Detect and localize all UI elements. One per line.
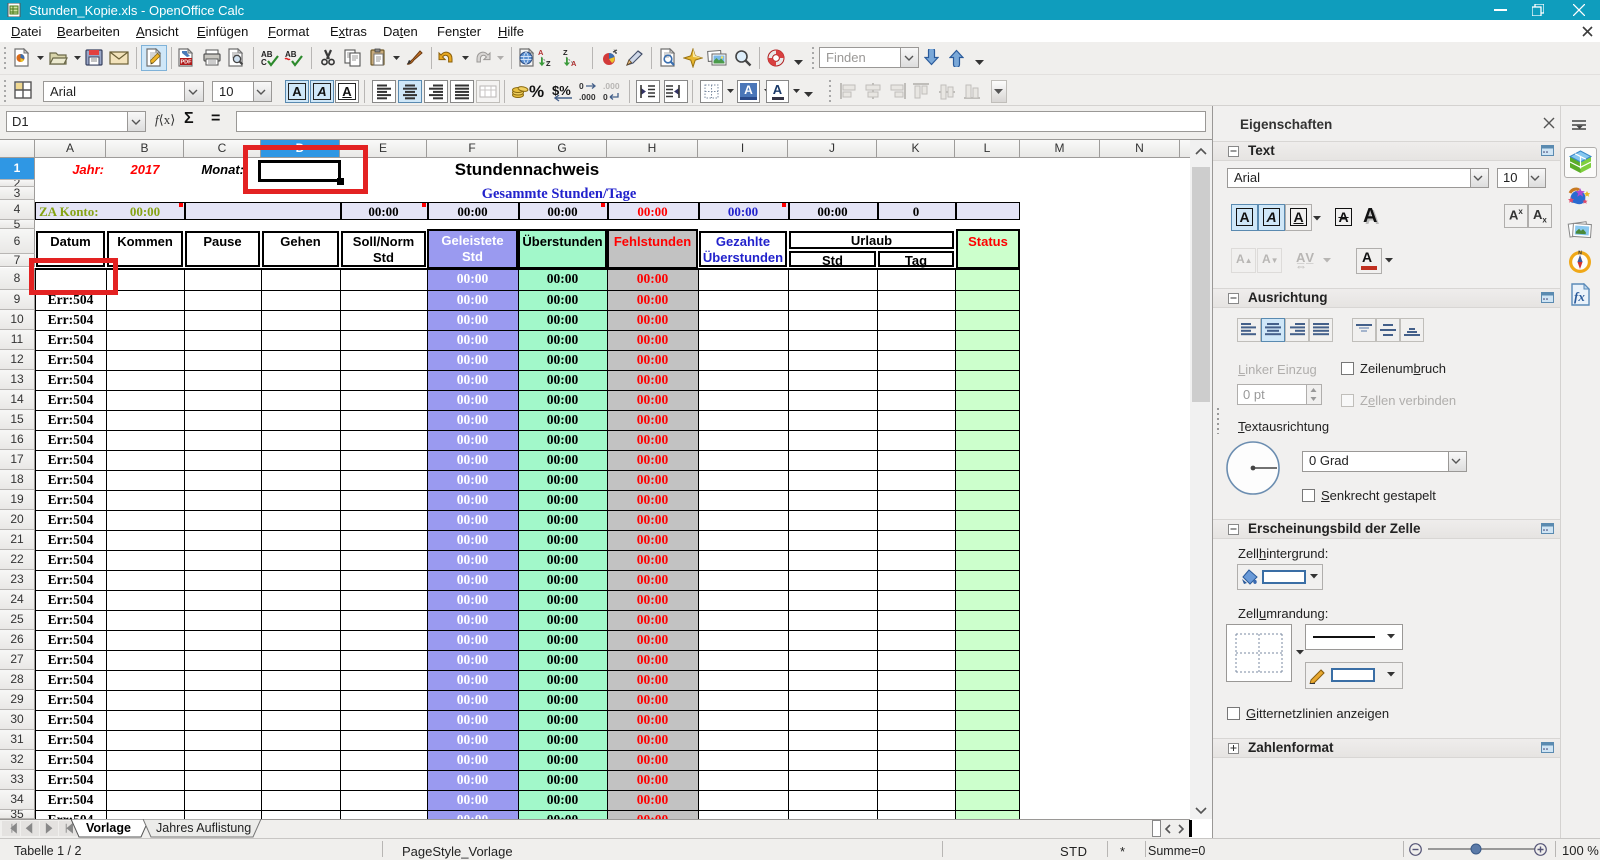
svg-text:C: C bbox=[261, 58, 267, 67]
svg-text:0: 0 bbox=[603, 92, 608, 102]
svg-text:PDF: PDF bbox=[181, 60, 193, 66]
svg-text:fx: fx bbox=[1574, 289, 1585, 304]
svg-text:Z: Z bbox=[546, 59, 551, 68]
svg-text:AB: AB bbox=[285, 50, 297, 59]
svg-text:Z: Z bbox=[563, 48, 568, 57]
svg-text:A: A bbox=[538, 48, 544, 57]
svg-text:N: N bbox=[1578, 251, 1582, 257]
svg-text:.000: .000 bbox=[579, 92, 596, 102]
svg-text:.000: .000 bbox=[603, 81, 620, 91]
svg-text:0: 0 bbox=[579, 81, 584, 91]
svg-text:x: x bbox=[614, 49, 617, 55]
